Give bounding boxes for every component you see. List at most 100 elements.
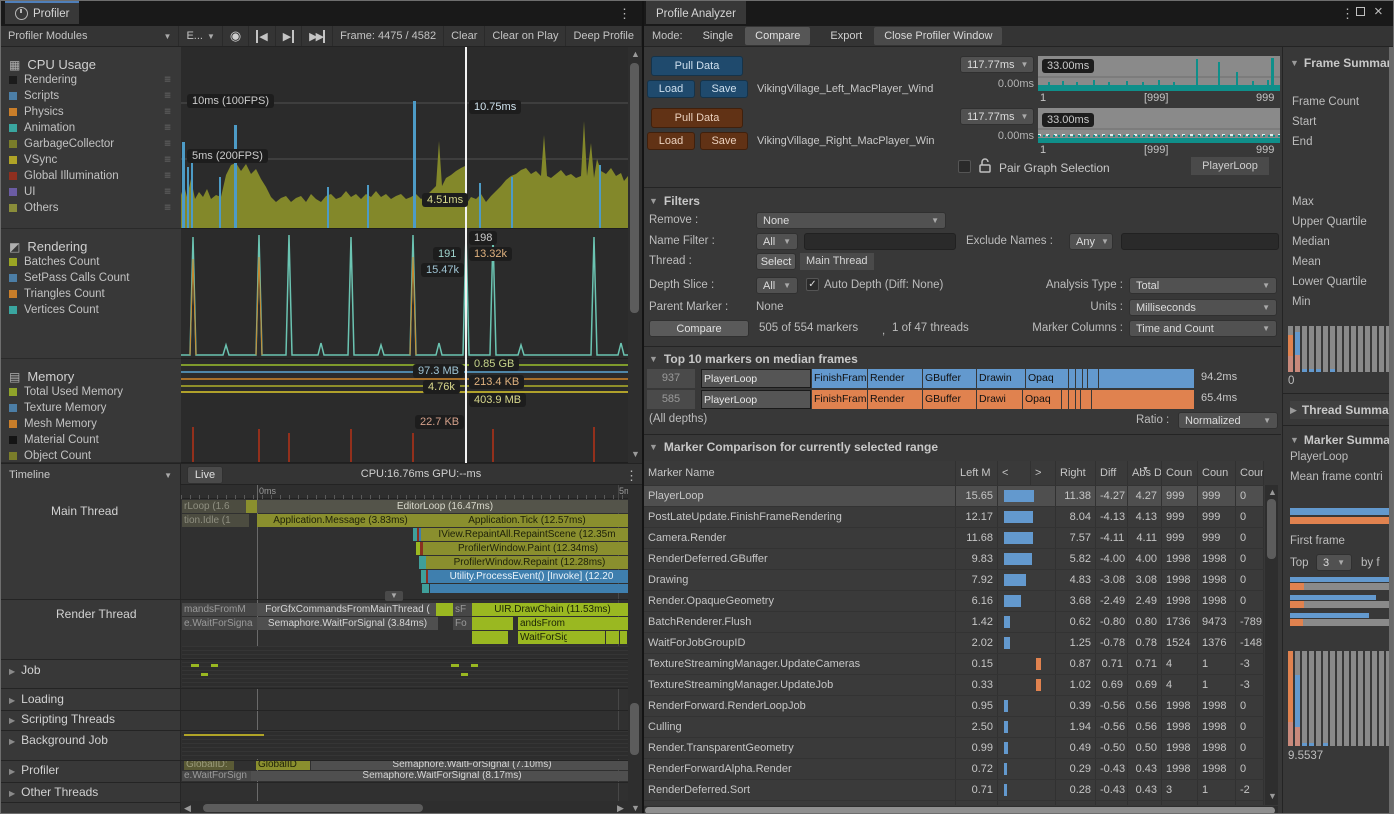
- table-row[interactable]: TextureStreamingManager.UpdateCameras0.1…: [644, 654, 1264, 675]
- timeline-bar[interactable]: GlobalID:: [184, 760, 234, 770]
- timeline-bar[interactable]: [471, 664, 478, 667]
- scroll-up-icon[interactable]: ▲: [631, 49, 640, 59]
- top10-marker-segment[interactable]: [1062, 390, 1068, 409]
- charts-vscrollbar[interactable]: ▲ ▼: [628, 47, 642, 463]
- timeline-bar[interactable]: [211, 664, 218, 667]
- mode-compare-button[interactable]: Compare: [745, 27, 810, 45]
- timeline-bar[interactable]: sF: [453, 603, 474, 616]
- table-vscrollbar[interactable]: ▲ ▼: [1265, 485, 1278, 805]
- table-row[interactable]: RenderForward.RenderLoopJob0.950.39-0.56…: [644, 696, 1264, 717]
- timeline-bar[interactable]: Semaphore.WaitForSignal (3.84ms): [257, 617, 438, 630]
- thread-row-scripting-threads[interactable]: ▶Scripting Threads: [9, 712, 115, 726]
- timeline-bar[interactable]: [606, 631, 613, 644]
- module-item-setpass-calls-count[interactable]: SetPass Calls Count: [9, 270, 181, 286]
- module-item-material-count[interactable]: Material Count: [9, 432, 181, 448]
- drag-handle-icon[interactable]: ≡: [164, 202, 171, 214]
- drag-handle-icon[interactable]: ≡: [164, 154, 171, 166]
- range-left-dropdown[interactable]: 117.77ms▼: [960, 56, 1034, 73]
- top10-marker-segment[interactable]: PlayerLoop: [701, 369, 811, 388]
- compare-button[interactable]: Compare: [649, 320, 749, 337]
- pair-selection-box[interactable]: PlayerLoop: [1191, 157, 1269, 175]
- top10-header[interactable]: ▼ Top 10 markers on median frames: [649, 352, 858, 366]
- histogram-bar[interactable]: [1351, 326, 1356, 372]
- timeline-bar[interactable]: tion.Idle (1: [182, 514, 249, 527]
- drag-handle-icon[interactable]: ≡: [164, 90, 171, 102]
- foldout-closed-icon[interactable]: ▶: [9, 696, 15, 705]
- record-button[interactable]: ◉: [223, 26, 249, 46]
- exclude-mode-dropdown[interactable]: Any▼: [1069, 233, 1113, 250]
- histogram-bar[interactable]: [1358, 326, 1363, 372]
- timeline-vscrollbar[interactable]: ▼: [628, 485, 642, 814]
- timeline-bar[interactable]: UIR.DrawChain (11.53ms): [472, 603, 633, 616]
- top10-marker-segment[interactable]: GBuffer: [923, 390, 976, 409]
- thread-summary-header[interactable]: ▶ Thread Summar: [1290, 401, 1389, 419]
- table-row[interactable]: Render.OpaqueGeometry6.163.68-2.492.4919…: [644, 591, 1264, 612]
- histogram-bar[interactable]: [1337, 651, 1342, 746]
- top10-marker-segment[interactable]: [1069, 390, 1075, 409]
- drag-handle-icon[interactable]: ≡: [164, 138, 171, 150]
- table-row[interactable]: WaitForJobGroupID2.021.25-0.780.78152413…: [644, 633, 1264, 654]
- histogram-bar[interactable]: [1365, 651, 1370, 746]
- auto-depth-checkbox[interactable]: ✓: [806, 278, 819, 291]
- load-right-button[interactable]: Load: [647, 132, 695, 150]
- histogram-bar[interactable]: [1316, 326, 1321, 372]
- histogram-bar[interactable]: [1323, 651, 1328, 746]
- timeline-bar[interactable]: ProfilerWindow.Paint (12.34ms): [423, 542, 633, 555]
- module-item-batches-count[interactable]: Batches Count: [9, 254, 181, 270]
- top10-marker-segment[interactable]: PlayerLoop: [701, 390, 811, 409]
- histogram-bar[interactable]: [1323, 326, 1328, 372]
- frame-summary-header[interactable]: ▼ Frame Summary: [1290, 56, 1389, 70]
- timeline-bar[interactable]: GlobalID: [256, 760, 310, 770]
- next-frame-button[interactable]: ▶: [276, 26, 302, 46]
- histogram-bar[interactable]: [1330, 326, 1335, 372]
- editor-target-dropdown[interactable]: E...▼: [179, 26, 222, 46]
- table-row[interactable]: RenderDeferred.Sort0.710.28-0.430.4331-2: [644, 780, 1264, 801]
- range-right-dropdown[interactable]: 117.77ms▼: [960, 108, 1034, 125]
- module-item-animation[interactable]: Animation≡: [9, 120, 181, 136]
- analyzer-menu-icon[interactable]: ⋮: [1341, 6, 1354, 22]
- top10-marker-segment[interactable]: [1092, 390, 1194, 409]
- thread-row-job[interactable]: ▶Job: [9, 663, 41, 677]
- column-header[interactable]: Diff: [1096, 461, 1128, 485]
- histogram-bar[interactable]: [1337, 326, 1342, 372]
- timeline-bar[interactable]: [451, 664, 459, 667]
- histogram-bar[interactable]: [1344, 651, 1349, 746]
- pair-graph-checkbox[interactable]: [958, 160, 971, 173]
- thread-row-main-thread[interactable]: Main Thread: [51, 504, 118, 518]
- histogram-bar[interactable]: [1316, 651, 1321, 746]
- timeline-bar[interactable]: Semaphore.WaitForSignal (7.10ms): [311, 760, 633, 770]
- timeline-bar[interactable]: [599, 631, 605, 644]
- histogram-bar[interactable]: [1309, 651, 1314, 746]
- timeline-bar[interactable]: mandsFromM: [182, 603, 258, 616]
- module-item-physics[interactable]: Physics≡: [9, 104, 181, 120]
- table-row[interactable]: BatchRenderer.Flush1.420.62-0.800.801736…: [644, 612, 1264, 633]
- summary-vscrollbar[interactable]: [1389, 47, 1394, 814]
- top10-marker-segment[interactable]: FinishFram: [812, 369, 867, 388]
- module-item-garbagecollector[interactable]: GarbageCollector≡: [9, 136, 181, 152]
- drag-handle-icon[interactable]: ≡: [164, 74, 171, 86]
- top10-marker-segment[interactable]: Drawin: [977, 369, 1025, 388]
- table-row[interactable]: TextureStreamingManager.UpdateJob0.331.0…: [644, 675, 1264, 696]
- name-filter-input[interactable]: [804, 233, 956, 250]
- timeline-bar[interactable]: Application.Message (3.83ms): [257, 514, 424, 527]
- top10-marker-segment[interactable]: [1076, 369, 1082, 388]
- expand-thread-button[interactable]: ▼: [385, 591, 403, 601]
- timeline-bar[interactable]: [502, 631, 508, 644]
- unlock-icon[interactable]: [978, 158, 992, 174]
- histogram-bar[interactable]: [1309, 326, 1314, 372]
- clear-on-play-button[interactable]: Clear on Play: [485, 26, 566, 46]
- thread-row-loading[interactable]: ▶Loading: [9, 692, 64, 706]
- top10-marker-segment[interactable]: [1099, 369, 1194, 388]
- timeline-bar[interactable]: Fo: [453, 617, 474, 630]
- timeline-bar[interactable]: rLoop (1.6: [182, 500, 249, 513]
- histogram-bar[interactable]: [1372, 326, 1377, 372]
- top10-marker-segment[interactable]: [1076, 390, 1080, 409]
- close-profiler-window-button[interactable]: Close Profiler Window: [874, 27, 1002, 45]
- tab-profiler[interactable]: Profiler: [5, 1, 79, 24]
- timeline-bar[interactable]: [461, 673, 468, 676]
- timeline-bar[interactable]: Utility.ProcessEvent() [Invoke] (12.20: [430, 570, 633, 583]
- drag-handle-icon[interactable]: ≡: [164, 106, 171, 118]
- memory-chart[interactable]: [181, 359, 628, 463]
- analysis-type-dropdown[interactable]: Total▼: [1129, 277, 1277, 294]
- timeline-bar[interactable]: e.WaitForSigna: [182, 617, 258, 630]
